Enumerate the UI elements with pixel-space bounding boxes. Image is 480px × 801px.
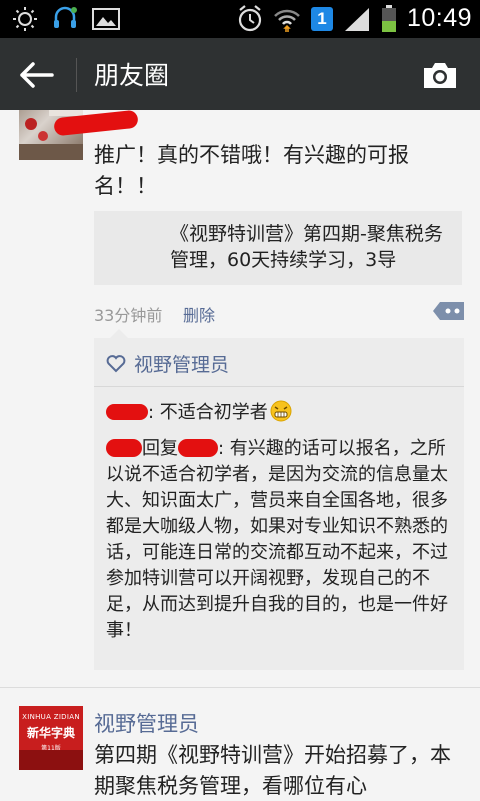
comment-separator: : <box>218 438 230 459</box>
camera-icon[interactable] <box>422 60 458 90</box>
comment-text: 有兴趣的话可以报名，之所以说不适合初学者，是因为交流的信息量太大、知识面太广，营… <box>106 438 448 641</box>
redacted-commenter <box>106 439 142 457</box>
post-text: 第四期《视野特训营》开始招募了，本期聚焦税务管理，看哪位有心 <box>94 743 451 798</box>
comments-box-arrow <box>110 329 128 338</box>
avatar[interactable]: XINHUA ZIDIAN 新华字典 第11版 <box>19 706 83 770</box>
comment-text: 不适合初学者 <box>159 402 268 423</box>
status-bar: 1 10:49 <box>0 0 480 38</box>
page-title: 朋友圈 <box>94 61 170 90</box>
delete-link[interactable]: 删除 <box>183 302 215 326</box>
title-divider <box>76 58 77 92</box>
alarm-icon <box>238 4 262 31</box>
comment-item[interactable]: : 不适合初学者 <box>106 400 451 426</box>
arrow-left-icon[interactable] <box>18 60 58 90</box>
post-author[interactable]: 视野管理员 <box>94 708 199 738</box>
reply-word: 回复 <box>142 438 178 459</box>
avatar-pinyin: XINHUA ZIDIAN <box>22 713 80 721</box>
comments-box: 视野管理员 : 不适合初学者 回复: 有兴趣的话可以报名，之所以说不适合初学者，… <box>94 329 464 670</box>
post-text: 推广！真的不错哦！有兴趣的可报名！！ <box>94 143 409 198</box>
comment-icon[interactable] <box>432 300 466 322</box>
title-bar: 朋友圈 <box>0 38 480 110</box>
liker-name[interactable]: 视野管理员 <box>134 350 229 377</box>
link-card[interactable]: 《视野特训营》第四期-聚焦税务管理，60天持续学习，3导 <box>94 211 462 285</box>
comment-item[interactable]: 回复: 有兴趣的话可以报名，之所以说不适合初学者，是因为交流的信息量太大、知识面… <box>106 436 451 644</box>
post-time: 33分钟前 <box>94 306 163 325</box>
clock: 10:49 <box>406 4 472 32</box>
signal-icon <box>344 7 369 31</box>
sim-badge-icon: 1 <box>310 6 333 31</box>
battery-icon <box>381 4 396 32</box>
redacted-commenter <box>106 404 148 420</box>
comment-separator: : <box>148 402 160 423</box>
brightness-icon <box>13 7 37 31</box>
grin-emoji-icon <box>270 400 292 422</box>
avatar-band <box>19 750 83 770</box>
post-divider <box>0 687 480 688</box>
image-icon <box>92 8 120 30</box>
likes-row: 视野管理员 <box>106 350 229 377</box>
moments-feed[interactable]: 推广！真的不错哦！有兴趣的可报名！！ 《视野特训营》第四期-聚焦税务管理，60天… <box>0 110 480 801</box>
heart-icon <box>106 354 126 372</box>
avatar-title: 新华字典 <box>26 726 75 740</box>
link-card-title: 《视野特训营》第四期-聚焦税务管理，60天持续学习，3导 <box>170 223 443 271</box>
headset-icon <box>54 6 77 28</box>
wifi-icon <box>274 9 300 32</box>
redacted-reply-target <box>178 439 218 457</box>
comments-divider <box>94 386 464 387</box>
